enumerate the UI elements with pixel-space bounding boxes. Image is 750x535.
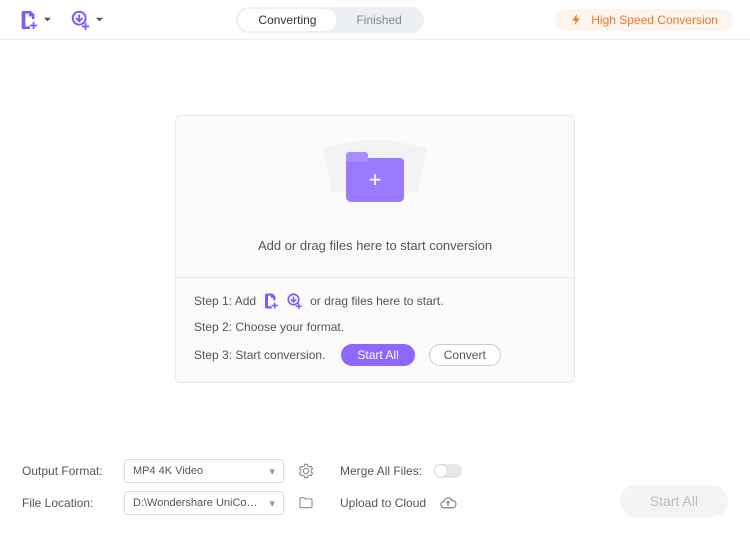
file-location-label: File Location: [22,496,112,510]
merge-toggle[interactable] [434,464,462,478]
add-file-button[interactable] [18,9,52,31]
cloud-icon [438,495,458,511]
drop-zone[interactable]: + Add or drag files here to start conver… [175,115,575,383]
step-2: Step 2: Choose your format. [194,320,556,334]
file-location-select[interactable]: D:\Wondershare UniConverter 1 ▾ [124,491,284,515]
merge-label: Merge All Files: [340,464,422,478]
step-3: Step 3: Start conversion. Start All Conv… [194,344,556,366]
folder-plus-icon: + [346,158,404,202]
download-url-icon [70,9,92,31]
tab-finished[interactable]: Finished [336,9,421,31]
gear-icon [298,463,314,479]
mode-tabs: Converting Finished [236,7,423,33]
download-url-button[interactable] [70,9,104,31]
settings-gear-button[interactable] [296,463,316,479]
drop-instruction: Add or drag files here to start conversi… [258,238,492,253]
chevron-down-icon [95,15,104,24]
add-file-icon[interactable] [262,292,280,310]
add-file-icon [18,9,40,31]
download-url-icon[interactable] [286,292,304,310]
output-format-label: Output Format: [22,464,112,478]
drop-illustration: + [315,140,435,220]
upload-cloud-label: Upload to Cloud [340,496,426,510]
tab-converting[interactable]: Converting [238,9,336,31]
upload-cloud-button[interactable] [438,495,458,511]
open-folder-button[interactable] [296,495,316,511]
high-speed-badge[interactable]: High Speed Conversion [556,9,732,31]
step-1: Step 1: Add or drag files here to start. [194,292,556,310]
chevron-down-icon: ▾ [269,465,275,478]
chevron-down-icon [43,15,52,24]
output-format-select[interactable]: MP4 4K Video ▾ [124,459,284,483]
convert-button[interactable]: Convert [429,344,501,366]
chevron-down-icon: ▾ [269,497,275,510]
high-speed-label: High Speed Conversion [591,13,718,27]
lightning-icon [570,13,583,26]
start-all-main-button[interactable]: Start All [620,485,728,517]
start-all-button[interactable]: Start All [341,344,414,366]
folder-icon [298,495,314,511]
